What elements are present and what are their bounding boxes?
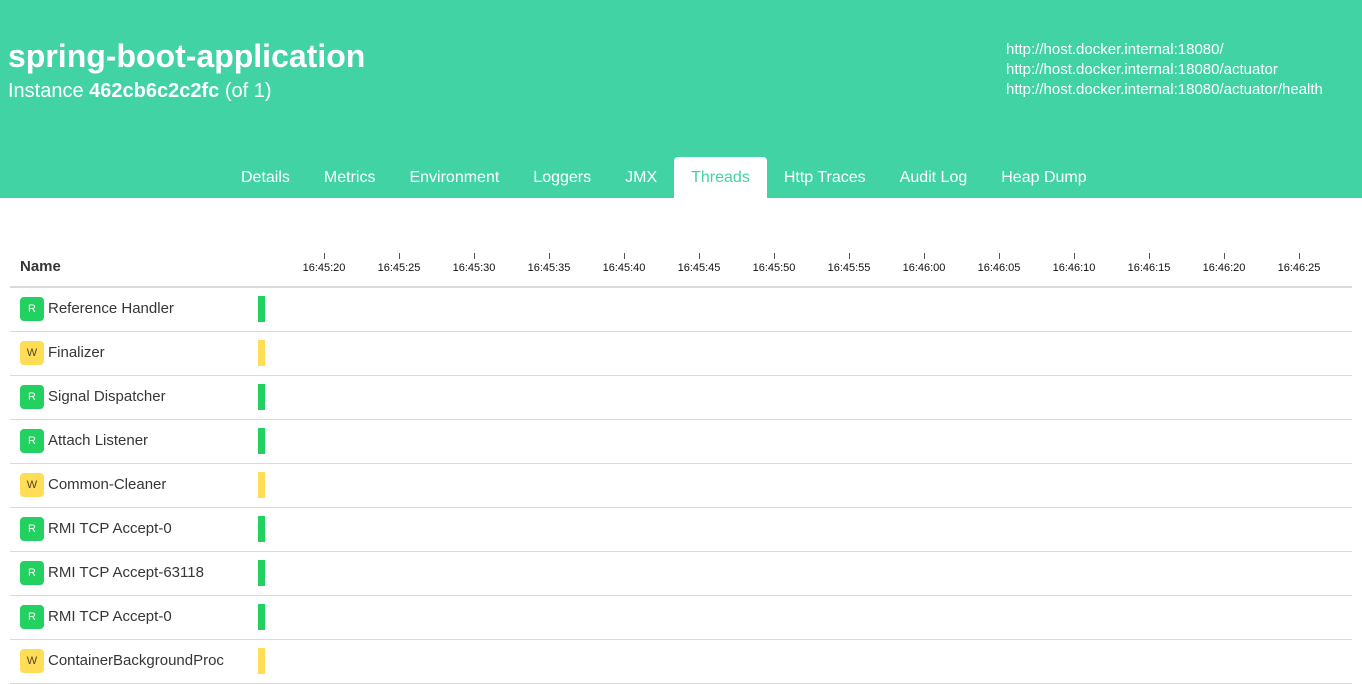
timeline-tick: 16:46:20: [1194, 253, 1254, 274]
thread-timeline-segment[interactable]: [258, 472, 265, 498]
timeline-tick: 16:46:10: [1044, 253, 1104, 274]
thread-row[interactable]: W Finalizer: [10, 332, 1352, 376]
thread-state-badge: R: [20, 385, 44, 409]
timeline-axis: 16:45:20 16:45:25 16:45:30 16:45:35 16:4…: [10, 248, 1352, 286]
thread-timeline-segment[interactable]: [258, 340, 265, 366]
instance-urls: http://host.docker.internal:18080/ http:…: [1006, 40, 1323, 100]
management-url-link[interactable]: http://host.docker.internal:18080/actuat…: [1006, 60, 1323, 80]
thread-state-badge: W: [20, 649, 44, 673]
tab-jmx[interactable]: JMX: [608, 157, 674, 198]
thread-row[interactable]: R Reference Handler: [10, 288, 1352, 332]
timeline-tick: 16:45:45: [669, 253, 729, 274]
timeline-tick-label: 16:45:25: [377, 262, 421, 274]
timeline-tick: 16:46:05: [969, 253, 1029, 274]
thread-timeline-segment[interactable]: [258, 604, 265, 630]
timeline-tick-label: 16:46:05: [977, 262, 1021, 274]
timeline-tick: 16:46:00: [894, 253, 954, 274]
thread-name: RMI TCP Accept-0: [48, 608, 172, 625]
thread-state-badge: R: [20, 297, 44, 321]
thread-name: Reference Handler: [48, 300, 174, 317]
thread-row[interactable]: R RMI TCP Accept-63118: [10, 552, 1352, 596]
thread-state-badge: R: [20, 517, 44, 541]
timeline-tick: 16:46:25: [1269, 253, 1329, 274]
thread-name: Attach Listener: [48, 432, 149, 449]
thread-name: Signal Dispatcher: [48, 388, 166, 405]
timeline-tick-label: 16:45:40: [602, 262, 646, 274]
thread-row[interactable]: W Common-Cleaner: [10, 464, 1352, 508]
instance-label: Instance: [8, 80, 84, 102]
thread-name: RMI TCP Accept-0: [48, 520, 172, 537]
tab-metrics[interactable]: Metrics: [307, 157, 393, 198]
thread-row[interactable]: R Attach Listener: [10, 420, 1352, 464]
thread-name: Finalizer: [48, 344, 105, 361]
tab-audit-log[interactable]: Audit Log: [883, 157, 985, 198]
timeline-tick-label: 16:45:30: [452, 262, 496, 274]
tab-details[interactable]: Details: [224, 157, 307, 198]
thread-timeline-segment[interactable]: [258, 428, 265, 454]
timeline-tick: 16:45:55: [819, 253, 879, 274]
thread-row[interactable]: R Signal Dispatcher: [10, 376, 1352, 420]
threads-table-header: Name 16:45:20 16:45:25 16:45:30 16:45:35…: [10, 248, 1352, 288]
timeline-tick: 16:46:15: [1119, 253, 1179, 274]
instance-tabs: Details Metrics Environment Loggers JMX …: [224, 157, 1104, 198]
thread-timeline-segment[interactable]: [258, 560, 265, 586]
timeline-tick: 16:45:25: [369, 253, 429, 274]
timeline-tick-label: 16:46:15: [1127, 262, 1171, 274]
tab-threads[interactable]: Threads: [674, 157, 767, 198]
timeline-tick-label: 16:46:10: [1052, 262, 1096, 274]
thread-name: RMI TCP Accept-63118: [48, 564, 204, 581]
timeline-tick: 16:45:35: [519, 253, 579, 274]
thread-state-badge: W: [20, 341, 44, 365]
timeline-tick: 16:45:40: [594, 253, 654, 274]
service-url-link[interactable]: http://host.docker.internal:18080/: [1006, 40, 1323, 60]
instance-id: 462cb6c2c2fc: [89, 80, 220, 102]
thread-row[interactable]: W ContainerBackgroundProc: [10, 640, 1352, 684]
thread-timeline-segment[interactable]: [258, 516, 265, 542]
tab-heap-dump[interactable]: Heap Dump: [984, 157, 1103, 198]
tab-loggers[interactable]: Loggers: [516, 157, 608, 198]
thread-state-badge: R: [20, 605, 44, 629]
application-title: spring-boot-application: [8, 38, 366, 74]
tab-http-traces[interactable]: Http Traces: [767, 157, 883, 198]
timeline-tick-label: 16:45:35: [527, 262, 571, 274]
thread-state-badge: W: [20, 473, 44, 497]
timeline-tick: 16:45:30: [444, 253, 504, 274]
thread-row[interactable]: R RMI TCP Accept-0: [10, 596, 1352, 640]
instance-subtitle: Instance 462cb6c2c2fc (of 1): [8, 80, 272, 103]
thread-state-badge: R: [20, 429, 44, 453]
thread-state-badge: R: [20, 561, 44, 585]
thread-timeline-segment[interactable]: [258, 296, 265, 322]
thread-name: Common-Cleaner: [48, 476, 167, 493]
timeline-tick-label: 16:45:50: [752, 262, 796, 274]
tab-environment[interactable]: Environment: [392, 157, 516, 198]
timeline-tick-label: 16:45:55: [827, 262, 871, 274]
timeline-tick: 16:45:20: [294, 253, 354, 274]
timeline-tick-label: 16:46:20: [1202, 262, 1246, 274]
timeline-tick-label: 16:45:20: [302, 262, 346, 274]
instance-count: (of 1): [224, 80, 272, 102]
timeline-tick-label: 16:45:45: [677, 262, 721, 274]
threads-table: Name 16:45:20 16:45:25 16:45:30 16:45:35…: [10, 248, 1352, 684]
timeline-tick-label: 16:46:25: [1277, 262, 1321, 274]
thread-timeline-segment[interactable]: [258, 648, 265, 674]
health-url-link[interactable]: http://host.docker.internal:18080/actuat…: [1006, 80, 1323, 100]
header-hero: spring-boot-application Instance 462cb6c…: [0, 0, 1362, 198]
timeline-tick-label: 16:46:00: [902, 262, 946, 274]
thread-timeline-segment[interactable]: [258, 384, 265, 410]
thread-row[interactable]: R RMI TCP Accept-0: [10, 508, 1352, 552]
timeline-tick: 16:45:50: [744, 253, 804, 274]
